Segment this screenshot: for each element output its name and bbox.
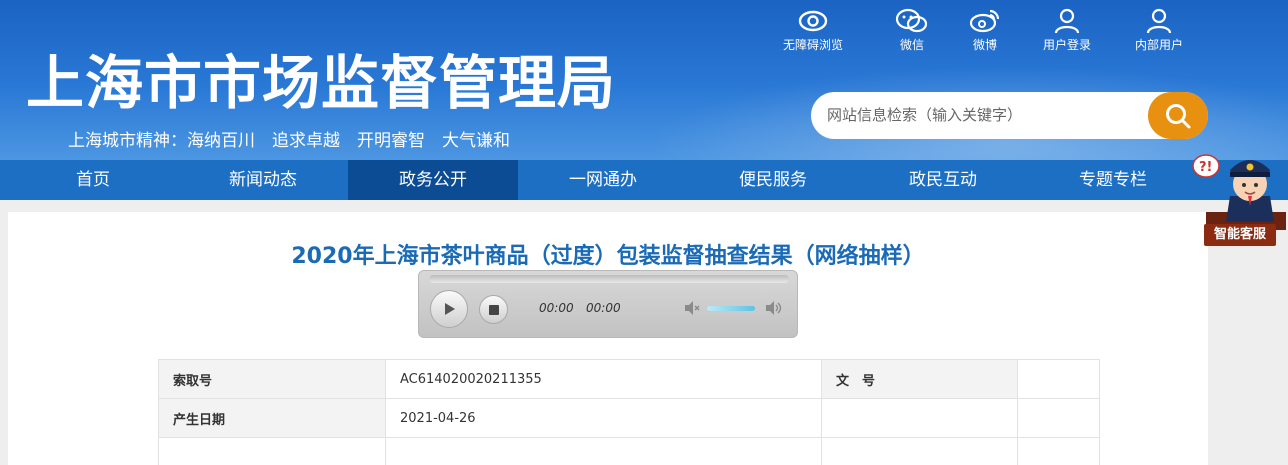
empty-cell [821,398,1018,438]
wechat-link[interactable]: 微信 [895,8,929,53]
accessibility-link[interactable]: 无障碍浏览 [783,8,843,53]
empty-cell [821,437,1018,465]
volume-slider[interactable] [707,306,755,311]
empty-cell [158,437,386,465]
internal-user-link[interactable]: 内部用户 [1135,8,1183,53]
internal-user-label: 内部用户 [1135,38,1184,52]
table-row [158,437,1100,465]
empty-cell [1017,398,1100,438]
user-login-label: 用户登录 [1043,38,1092,52]
play-icon [445,303,455,315]
top-links: 无障碍浏览 微信 微博 用户登录 内部用户 [775,8,1215,56]
date-value: 2021-04-26 [385,398,822,438]
site-search [811,92,1208,139]
wechat-icon [895,8,928,33]
nav-item-online-services[interactable]: 一网通办 [518,160,688,200]
police-mascot-icon: ?! [1192,154,1286,230]
stop-icon [488,304,499,315]
empty-cell [1017,437,1100,465]
wechat-label: 微信 [899,38,924,52]
article-content: 2020年上海市茶叶商品（过度）包装监督抽查结果（网络抽样） 00:00 00:… [8,212,1208,465]
weibo-label: 微博 [972,38,997,52]
main-nav: 首页 新闻动态 政务公开 一网通办 便民服务 政民互动 专题专栏 [0,160,1288,200]
accessibility-label: 无障碍浏览 [783,38,844,52]
user-login-link[interactable]: 用户登录 [1043,8,1091,53]
nav-item-gov-affairs[interactable]: 政务公开 [348,160,518,200]
table-row: 索取号 AC614020020211355 文 号 [158,359,1100,399]
table-row: 产生日期 2021-04-26 [158,398,1100,438]
volume-max-icon[interactable] [764,299,784,317]
search-icon [1166,103,1191,128]
nav-item-news[interactable]: 新闻动态 [178,160,348,200]
current-time: 00:00 [539,301,574,315]
search-input[interactable] [827,104,1147,126]
user-icon [1146,8,1172,34]
weibo-icon [969,9,1000,33]
city-slogan: 上海城市精神：海纳百川 追求卓越 开明睿智 大气谦和 [68,131,510,151]
nav-item-interaction[interactable]: 政民互动 [858,160,1028,200]
stop-button[interactable] [479,295,508,324]
eye-icon [798,10,828,32]
article-title: 2020年上海市茶叶商品（过度）包装监督抽查结果（网络抽样） [291,244,925,269]
doc-number-label: 文 号 [821,359,1018,399]
site-title[interactable]: 上海市市场监督管理局 [26,48,616,118]
site-header: 上海市市场监督管理局 上海城市精神：海纳百川 追求卓越 开明睿智 大气谦和 无障… [0,0,1288,160]
audio-progress-bar[interactable] [429,275,789,283]
index-value: AC614020020211355 [385,359,822,399]
volume-mute-icon[interactable] [683,299,701,317]
doc-number-value [1017,359,1100,399]
assistant-label: 智能客服 [1204,224,1276,246]
index-label: 索取号 [158,359,386,399]
duration: 00:00 [586,301,621,315]
user-icon [1054,8,1080,34]
smart-assistant[interactable]: ?! 智能客服 [1190,140,1288,250]
nav-item-home[interactable]: 首页 [8,160,178,200]
search-button[interactable] [1148,92,1208,139]
empty-cell [385,437,822,465]
nav-item-public-services[interactable]: 便民服务 [688,160,858,200]
weibo-link[interactable]: 微博 [969,8,1001,53]
date-label: 产生日期 [158,398,386,438]
audio-player: 00:00 00:00 [418,270,798,338]
nav-item-topics[interactable]: 专题专栏 [1028,160,1198,200]
play-button[interactable] [430,290,468,328]
svg-text:?!: ?! [1199,160,1212,175]
document-meta-table: 索取号 AC614020020211355 文 号 产生日期 2021-04-2… [158,359,1100,465]
